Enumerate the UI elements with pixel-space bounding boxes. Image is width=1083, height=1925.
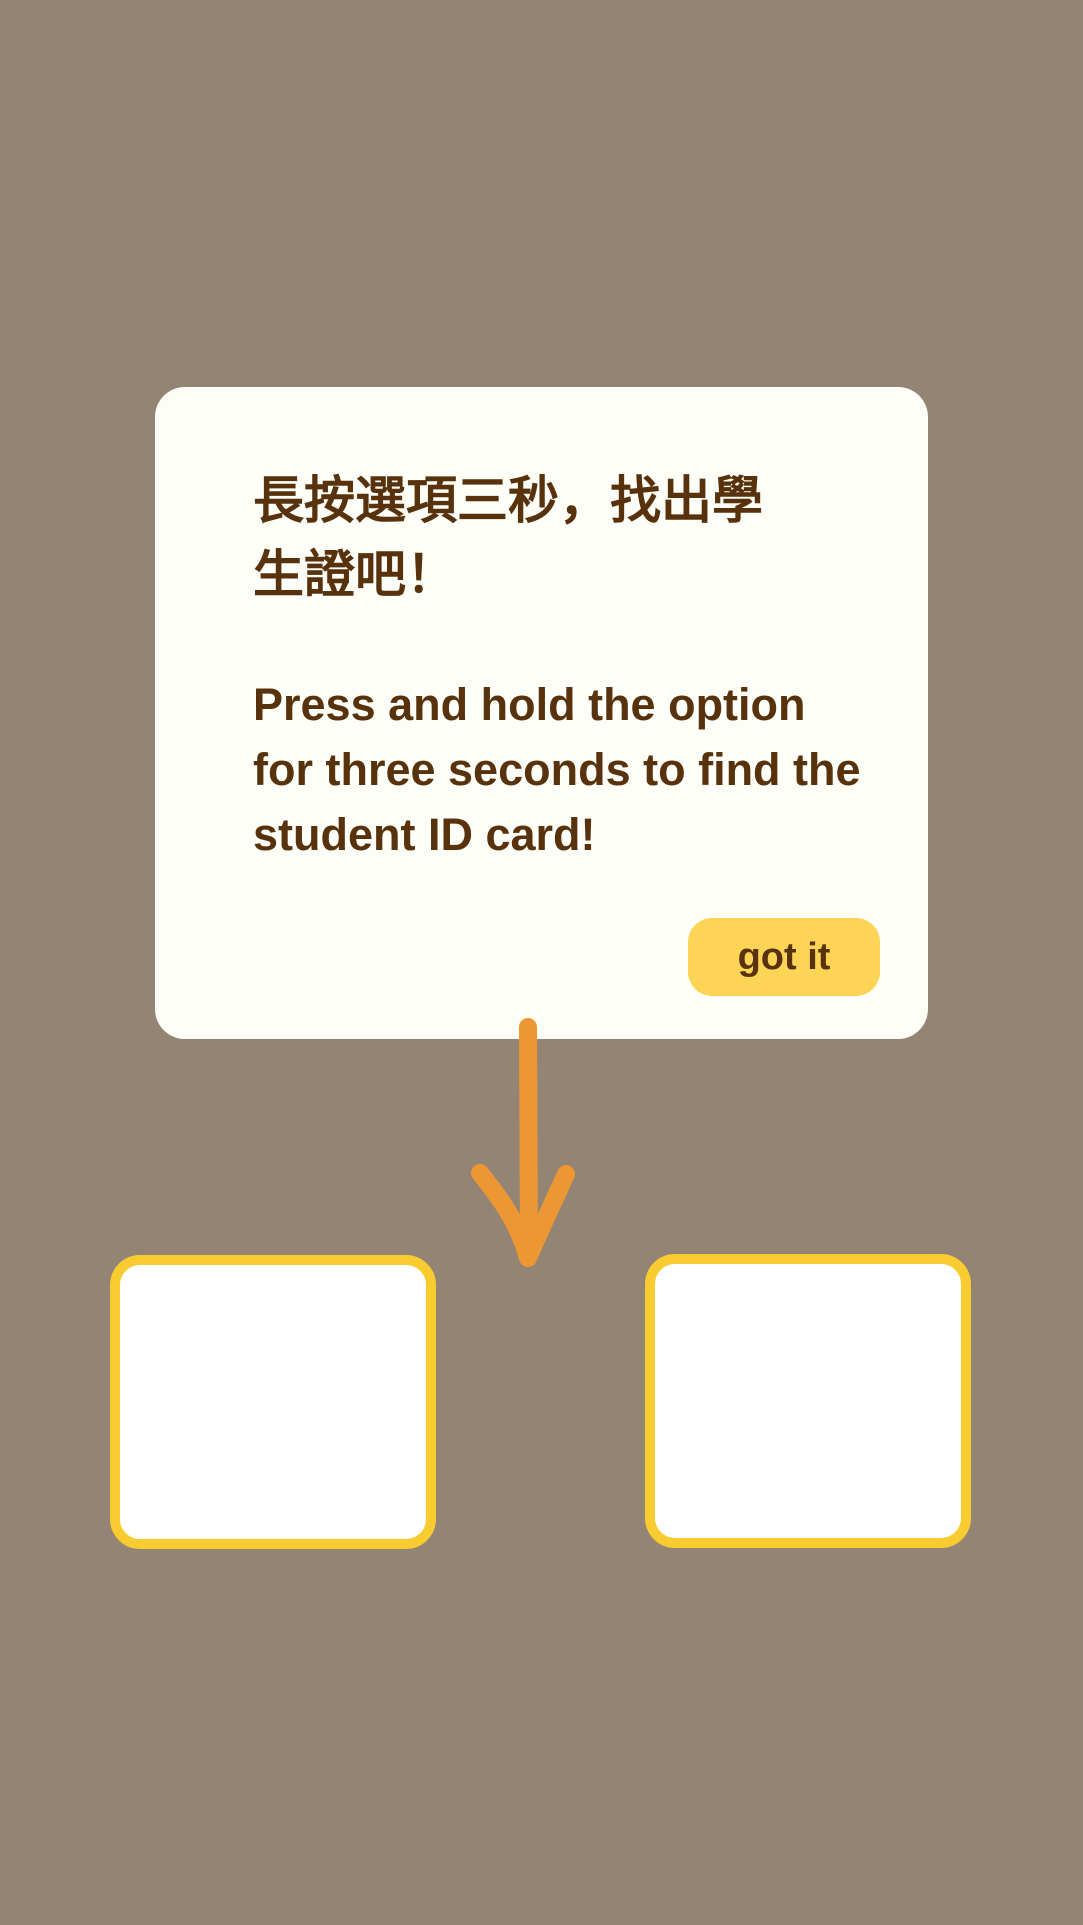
option-card-right[interactable]: [645, 1254, 971, 1548]
tutorial-title-chinese: 長按選項三秒，找出學生證吧！: [253, 472, 764, 605]
got-it-button[interactable]: got it: [688, 918, 880, 996]
option-card-left[interactable]: [110, 1255, 436, 1549]
arrow-down-icon: [471, 1018, 575, 1267]
tutorial-dialog: 長按選項三秒，找出學生證吧！ Press and hold the option…: [155, 387, 928, 1039]
tutorial-title-english: Press and hold the option for three seco…: [253, 679, 861, 860]
